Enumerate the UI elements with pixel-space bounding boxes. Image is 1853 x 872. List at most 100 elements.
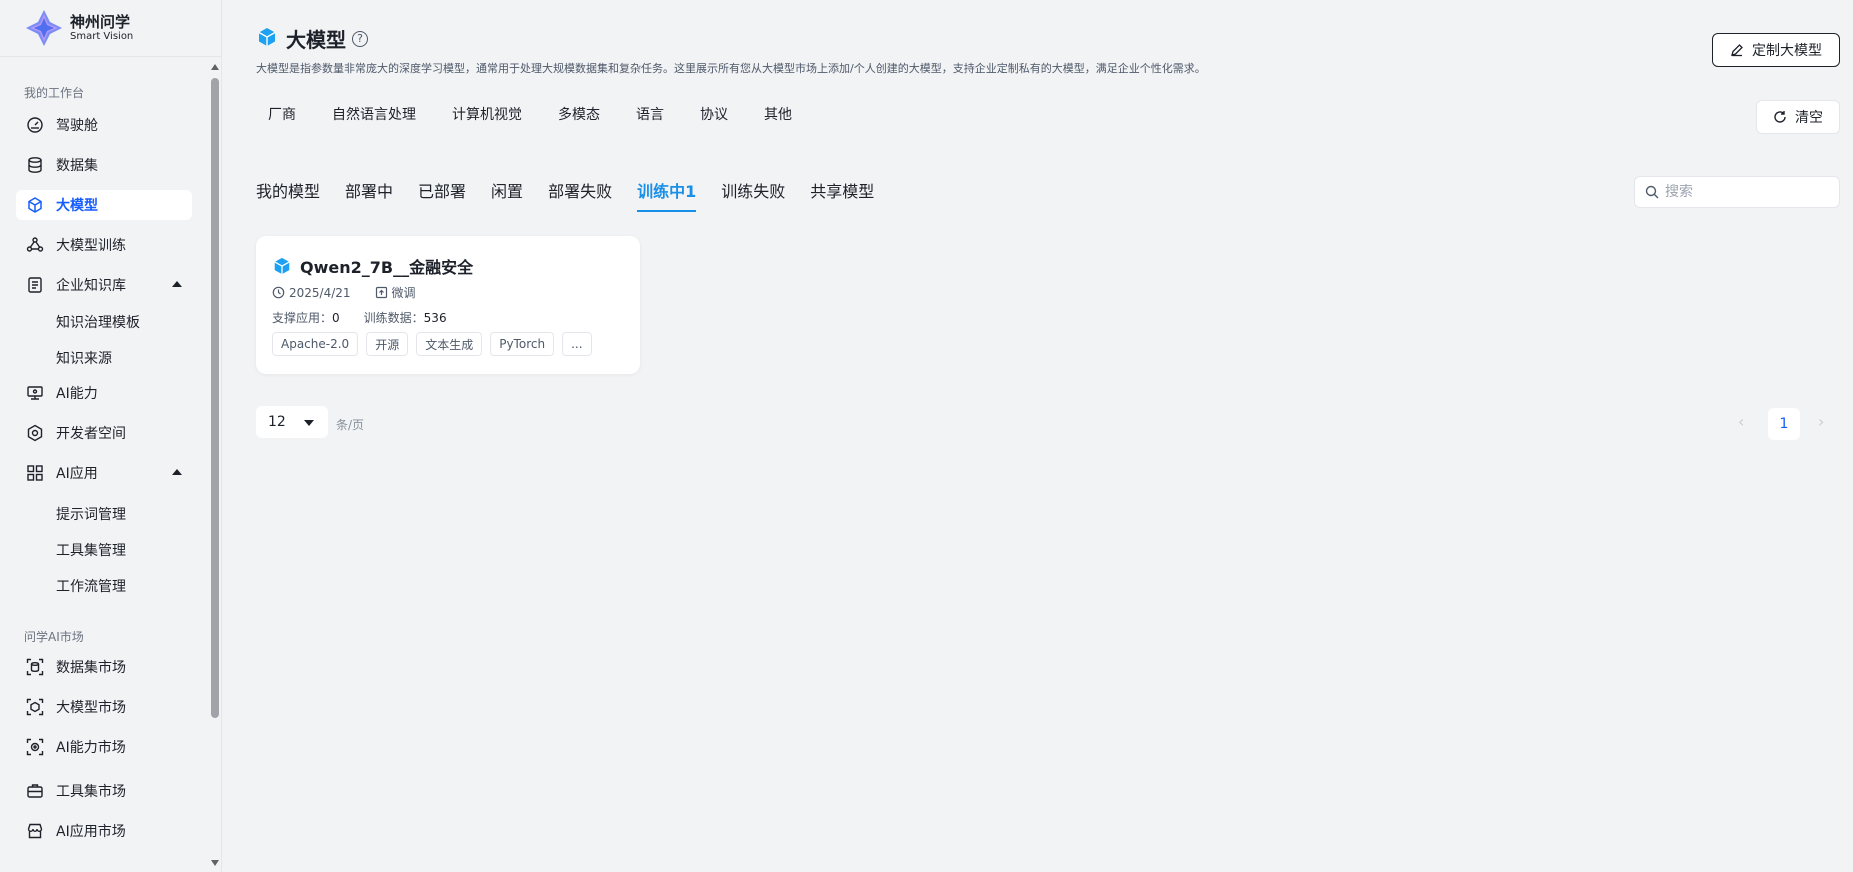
search-box: [1634, 176, 1840, 208]
sidebar-item-label: 数据集市场: [56, 660, 126, 676]
page-size-value: 12: [268, 414, 286, 430]
sidebar-item-ai-apps[interactable]: AI应用: [16, 458, 192, 488]
workbench-section-title: 我的工作台: [24, 86, 85, 100]
sidebar-scrollbar[interactable]: [208, 58, 222, 872]
sidebar-item-ai-capability[interactable]: AI能力: [16, 378, 192, 408]
chevron-down-icon: [304, 420, 314, 426]
search-input[interactable]: [1665, 184, 1825, 200]
sidebar-item-label: AI应用市场: [56, 824, 126, 840]
sidebar-item-label: AI应用: [56, 466, 98, 482]
sidebar-subitem-prompt-manage[interactable]: 提示词管理: [56, 504, 126, 524]
dashboard-icon: [26, 116, 44, 134]
tab-training[interactable]: 训练中1: [637, 178, 697, 212]
sidebar-subitem-workflow-manage[interactable]: 工作流管理: [56, 576, 126, 596]
filter-vendor[interactable]: 厂商: [256, 104, 308, 128]
train-data-label: 训练数据：: [363, 311, 424, 325]
dataset-market-icon: [26, 658, 44, 676]
tab-deploying[interactable]: 部署中: [345, 178, 393, 212]
sidebar-subitem-knowledge-source[interactable]: 知识来源: [56, 348, 112, 368]
sidebar: 神州问学 Smart Vision 我的工作台 驾驶舱 数据集 大模型 大模型训…: [0, 0, 222, 872]
clear-button[interactable]: 清空: [1756, 100, 1840, 134]
sidebar-item-datasets[interactable]: 数据集: [16, 150, 192, 180]
model-date: 2025/4/21: [289, 285, 351, 300]
page-number-current[interactable]: 1: [1768, 408, 1800, 440]
filter-multimodal[interactable]: 多模态: [546, 104, 612, 128]
sidebar-subitem-toolset-manage[interactable]: 工具集管理: [56, 540, 126, 560]
sidebar-item-label: 大模型: [56, 198, 98, 214]
sidebar-item-model-training[interactable]: 大模型训练: [16, 230, 192, 260]
edit-icon: [1730, 43, 1744, 57]
sidebar-item-toolset-market[interactable]: 工具集市场: [16, 776, 192, 806]
sidebar-divider: [0, 56, 222, 57]
scrollbar-thumb[interactable]: [211, 78, 219, 718]
sidebar-subitem-knowledge-template[interactable]: 知识治理模板: [56, 312, 140, 332]
finetune-icon: [375, 286, 392, 299]
tab-deploy-failed[interactable]: 部署失败: [548, 178, 612, 212]
sidebar-item-dataset-market[interactable]: 数据集市场: [16, 652, 192, 682]
page-size-unit: 条/页: [336, 418, 365, 432]
tab-shared-models[interactable]: 共享模型: [810, 178, 874, 212]
help-icon[interactable]: ?: [352, 30, 368, 47]
clock-icon: [272, 286, 289, 299]
sidebar-item-label: AI能力市场: [56, 740, 126, 756]
model-cube-icon: [272, 256, 292, 276]
tag-license: Apache-2.0: [272, 332, 359, 356]
tag-more[interactable]: ...: [562, 332, 592, 356]
custom-model-label: 定制大模型: [1752, 43, 1822, 59]
model-card[interactable]: Qwen2_7B__金融安全 2025/4/21 微调 支撑应用：0 训练数据：…: [256, 236, 640, 374]
ai-market-icon: [26, 738, 44, 756]
scroll-up-arrow-icon[interactable]: [211, 64, 219, 70]
clear-label: 清空: [1795, 110, 1823, 126]
sidebar-item-cockpit[interactable]: 驾驶舱: [16, 110, 192, 140]
sidebar-item-knowledge-base[interactable]: 企业知识库: [16, 270, 192, 300]
filter-language[interactable]: 语言: [624, 104, 676, 128]
tag-open-source: 开源: [366, 332, 409, 356]
toolbox-icon: [26, 782, 44, 800]
model-market-icon: [26, 698, 44, 716]
model-name: Qwen2_7B__金融安全: [300, 258, 474, 277]
custom-model-button[interactable]: 定制大模型: [1712, 33, 1840, 67]
page-title: 大模型: [286, 28, 346, 52]
next-page-icon[interactable]: ›: [1818, 412, 1824, 431]
market-section-title: 问学AI市场: [24, 630, 84, 644]
monitor-icon: [26, 384, 44, 402]
scroll-down-arrow-icon[interactable]: [211, 860, 219, 866]
model-type: 微调: [391, 286, 416, 300]
cube-icon: [26, 196, 44, 214]
sidebar-item-developer-space[interactable]: 开发者空间: [16, 418, 192, 448]
sidebar-item-label: 大模型训练: [56, 238, 126, 254]
filter-cv[interactable]: 计算机视觉: [440, 104, 534, 128]
filter-nlp[interactable]: 自然语言处理: [320, 104, 428, 128]
brand-name-en: Smart Vision: [70, 30, 134, 42]
sidebar-item-model-market[interactable]: 大模型市场: [16, 692, 192, 722]
sidebar-item-label: 工具集市场: [56, 784, 126, 800]
status-tabs: 我的模型 部署中 已部署 闲置 部署失败 训练中1 训练失败 共享模型: [256, 178, 899, 212]
search-icon: [1645, 185, 1659, 199]
sidebar-item-label: 数据集: [56, 158, 98, 174]
tab-my-models[interactable]: 我的模型: [256, 178, 320, 212]
sidebar-item-label: 大模型市场: [56, 700, 126, 716]
collapse-caret-icon[interactable]: [172, 281, 182, 287]
training-icon: [26, 236, 44, 254]
knowledge-icon: [26, 276, 44, 294]
apps-label: 支撑应用：: [272, 311, 333, 325]
sidebar-item-label: 驾驶舱: [56, 118, 98, 134]
filter-other[interactable]: 其他: [752, 104, 804, 128]
tag-list: Apache-2.0 开源 文本生成 PyTorch ...: [272, 332, 600, 356]
collapse-caret-icon[interactable]: [172, 469, 182, 475]
brand-name-cn: 神州问学: [70, 12, 131, 31]
model-cube-icon: [256, 26, 278, 52]
sidebar-item-models[interactable]: 大模型: [16, 190, 192, 220]
tab-deployed[interactable]: 已部署: [418, 178, 466, 212]
filter-license[interactable]: 协议: [688, 104, 740, 128]
brand-logo[interactable]: 神州问学 Smart Vision: [24, 8, 133, 48]
tab-training-failed[interactable]: 训练失败: [721, 178, 785, 212]
sidebar-item-ai-market[interactable]: AI能力市场: [16, 732, 192, 762]
tab-idle[interactable]: 闲置: [491, 178, 523, 212]
store-icon: [26, 822, 44, 840]
sidebar-item-app-market[interactable]: AI应用市场: [16, 816, 192, 846]
page-size-select[interactable]: 12: [256, 406, 328, 438]
filter-bar: 厂商 自然语言处理 计算机视觉 多模态 语言 协议 其他: [256, 104, 836, 128]
prev-page-icon[interactable]: ‹: [1738, 412, 1744, 431]
logo-star-icon: [24, 8, 64, 48]
